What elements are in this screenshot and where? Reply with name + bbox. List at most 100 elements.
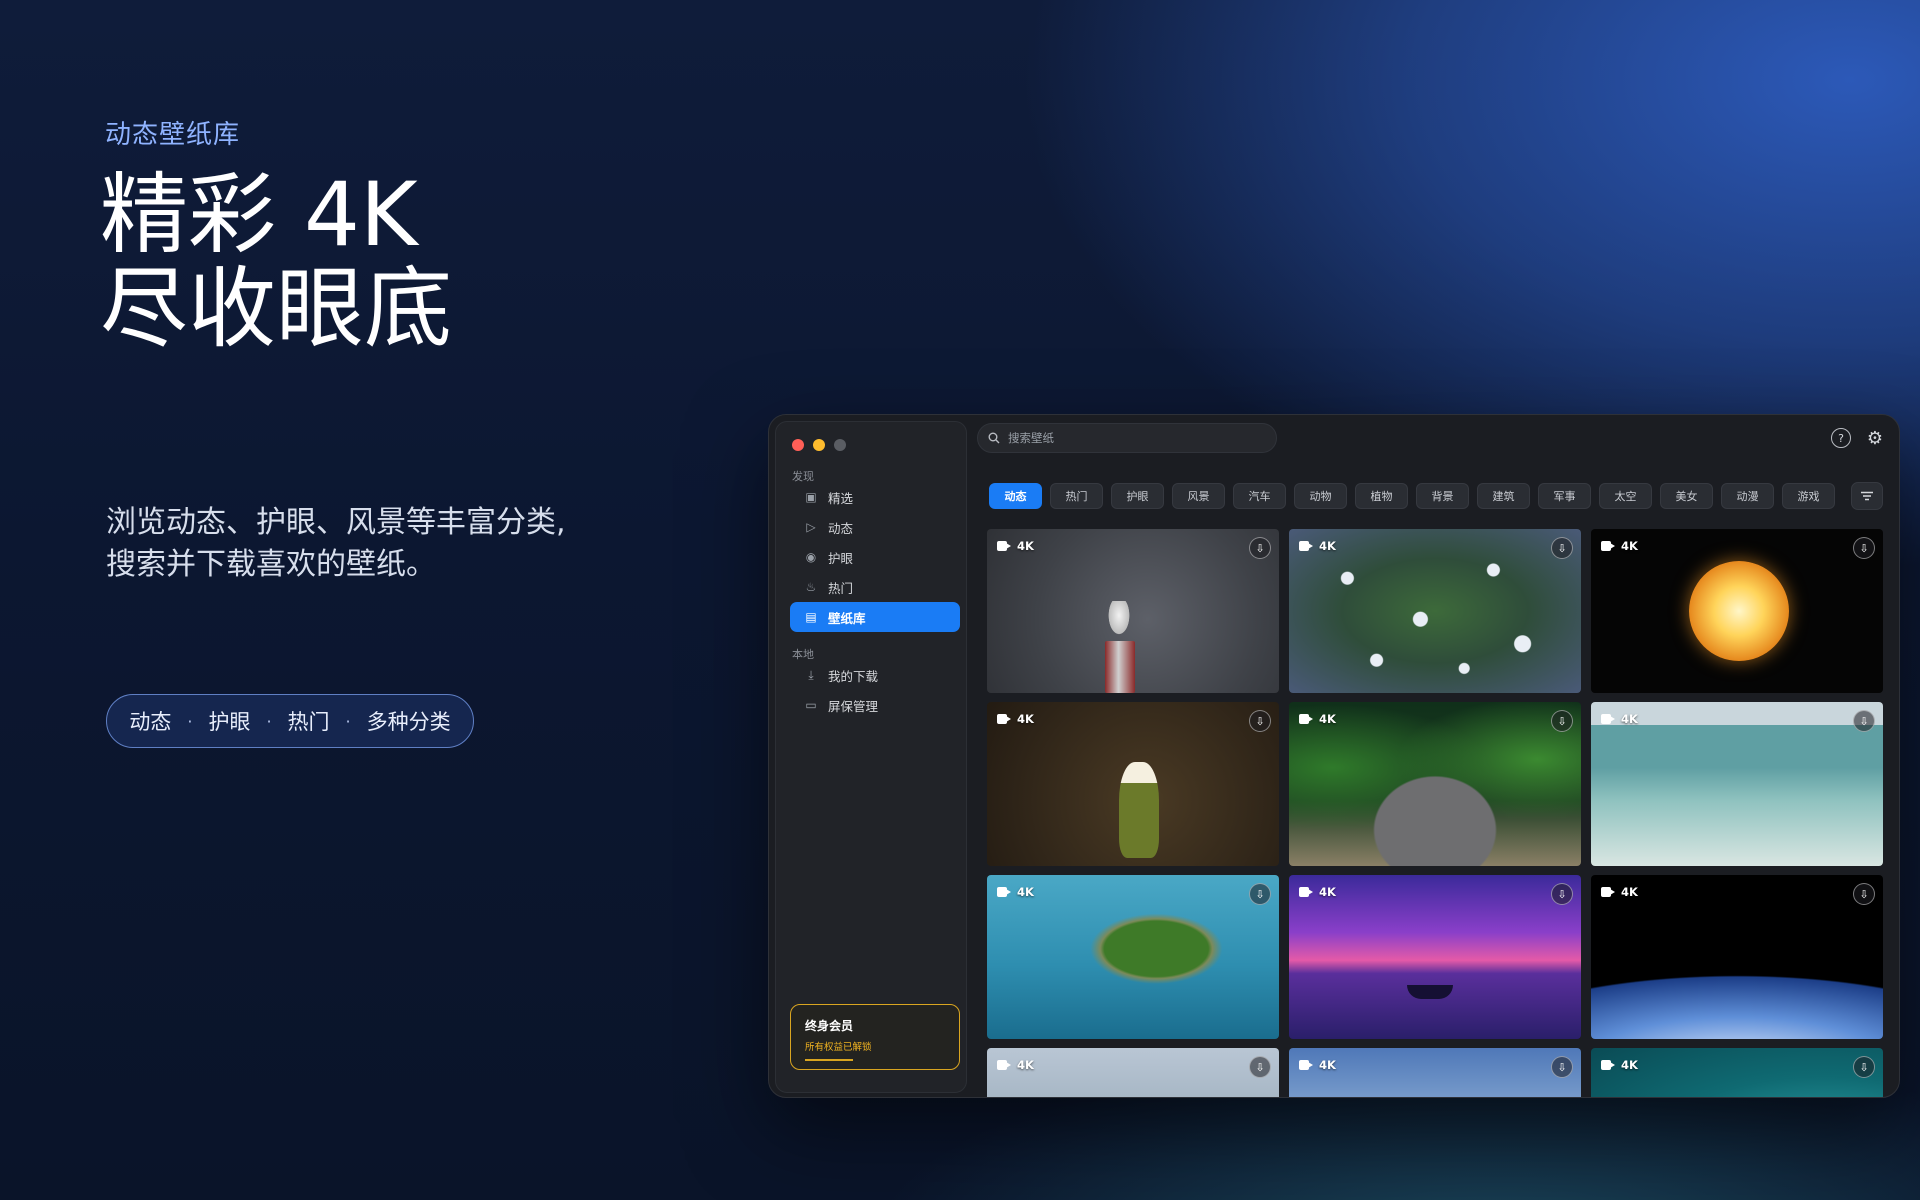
resolution-label: 4K — [1017, 1058, 1034, 1072]
cloud-download-icon[interactable]: ⇩ — [1551, 537, 1573, 559]
search-icon — [988, 432, 1000, 444]
wallpaper-card[interactable]: 4K ⇩ — [1289, 875, 1581, 1039]
video-badge: 4K — [997, 712, 1034, 726]
headline: 精彩 4K 尽收眼底 — [100, 168, 452, 356]
wallpaper-grid: 4K ⇩ 4K ⇩ 4K ⇩ 4K ⇩ 4K ⇩ 4K ⇩ 4K ⇩ 4K ⇩ 4K ⇩ 4K ⇩ 4K ⇩ 4K ⇩ — [987, 529, 1891, 1097]
category-tab[interactable]: 动态 — [989, 483, 1042, 509]
download-icon: ⤓ — [808, 667, 814, 682]
wallpaper-card[interactable]: 4K ⇩ — [1591, 875, 1883, 1039]
resolution-label: 4K — [1017, 712, 1034, 726]
sidebar-item-1[interactable]: ▭ 屏保管理 — [790, 690, 960, 720]
cloud-download-icon[interactable]: ⇩ — [1249, 537, 1271, 559]
pill-separator: · — [187, 711, 193, 731]
wallpaper-card[interactable]: 4K ⇩ — [987, 875, 1279, 1039]
pill-item: 多种分类 — [366, 710, 451, 734]
search-input[interactable] — [1008, 431, 1258, 445]
category-tab[interactable]: 护眼 — [1111, 483, 1164, 509]
pill-item: 热门 — [287, 710, 330, 734]
resolution-label: 4K — [1319, 539, 1336, 553]
video-badge: 4K — [1601, 1058, 1638, 1072]
gear-icon[interactable]: ⚙ — [1865, 428, 1885, 449]
resolution-label: 4K — [1621, 885, 1638, 899]
sidebar-item-label: 屏保管理 — [828, 698, 879, 714]
category-tab[interactable]: 动物 — [1294, 483, 1347, 509]
wallpaper-card[interactable]: 4K ⇩ — [1591, 1048, 1883, 1097]
member-card[interactable]: 终身会员 所有权益已解锁 — [790, 1004, 960, 1070]
video-badge: 4K — [1299, 712, 1336, 726]
headline-line-2: 尽收眼底 — [100, 257, 453, 360]
category-tab[interactable]: 植物 — [1355, 483, 1408, 509]
cloud-download-icon[interactable]: ⇩ — [1853, 883, 1875, 905]
wallpaper-card[interactable]: 4K ⇩ — [987, 529, 1279, 693]
cloud-download-icon[interactable]: ⇩ — [1853, 1056, 1875, 1078]
category-tab[interactable]: 背景 — [1416, 483, 1469, 509]
category-tab[interactable]: 军事 — [1538, 483, 1591, 509]
sidebar-item-3[interactable]: ♨ 热门 — [790, 572, 960, 602]
search-box[interactable] — [977, 423, 1277, 453]
minimize-button[interactable] — [813, 439, 825, 451]
resolution-label: 4K — [1319, 1058, 1336, 1072]
category-tab[interactable]: 太空 — [1599, 483, 1652, 509]
play-icon: ▷ — [806, 520, 816, 534]
category-tab[interactable]: 美女 — [1660, 483, 1713, 509]
top-icons: ? ⚙ — [1831, 428, 1885, 449]
close-button[interactable] — [792, 439, 804, 451]
member-subtitle: 所有权益已解锁 — [805, 1042, 872, 1053]
cloud-download-icon[interactable]: ⇩ — [1551, 710, 1573, 732]
sidebar-item-1[interactable]: ▷ 动态 — [790, 512, 960, 542]
wallpaper-card[interactable]: 4K ⇩ — [987, 1048, 1279, 1097]
member-underline — [805, 1059, 853, 1061]
cloud-download-icon[interactable]: ⇩ — [1853, 710, 1875, 732]
wallpaper-card[interactable]: 4K ⇩ — [1289, 529, 1581, 693]
sidebar-item-0[interactable]: ⤓ 我的下载 — [790, 660, 960, 690]
video-camera-icon — [997, 887, 1011, 897]
wallpaper-card[interactable]: 4K ⇩ — [1591, 529, 1883, 693]
sidebar-item-0[interactable]: ▣ 精选 — [790, 482, 960, 512]
sidebar-item-label: 动态 — [828, 520, 854, 536]
wallpaper-card[interactable]: 4K ⇩ — [1289, 702, 1581, 866]
sidebar-item-2[interactable]: ◉ 护眼 — [790, 542, 960, 572]
window-controls — [792, 439, 846, 451]
video-badge: 4K — [997, 539, 1034, 553]
cloud-download-icon[interactable]: ⇩ — [1249, 883, 1271, 905]
thumbnail-art — [1689, 561, 1789, 661]
gallery-icon: ▤ — [805, 610, 817, 624]
video-camera-icon — [997, 1060, 1011, 1070]
resolution-label: 4K — [1017, 539, 1034, 553]
description-line-1: 浏览动态、护眼、风景等丰富分类, — [106, 505, 566, 540]
resolution-label: 4K — [1621, 1058, 1638, 1072]
video-camera-icon — [1601, 714, 1615, 724]
cloud-download-icon[interactable]: ⇩ — [1551, 1056, 1573, 1078]
description-line-2: 搜索并下载喜欢的壁纸。 — [106, 547, 436, 582]
thumbnail-art — [1119, 762, 1159, 858]
filter-button[interactable] — [1851, 482, 1883, 510]
video-camera-icon — [1601, 1060, 1615, 1070]
sidebar-item-4[interactable]: ▤ 壁纸库 — [790, 602, 960, 632]
sidebar: 发现 ▣ 精选 ▷ 动态 ◉ 护眼 ♨ 热门 ▤ 壁纸库 本地 ⤓ 我的下载 ▭ 屏保管理 终身会员 所… — [775, 421, 967, 1093]
video-badge: 4K — [1601, 539, 1638, 553]
flame-icon: ♨ — [805, 580, 817, 594]
cloud-download-icon[interactable]: ⇩ — [1551, 883, 1573, 905]
category-tab[interactable]: 游戏 — [1782, 483, 1835, 509]
wallpaper-card[interactable]: 4K ⇩ — [1289, 1048, 1581, 1097]
cloud-download-icon[interactable]: ⇩ — [1853, 537, 1875, 559]
resolution-label: 4K — [1319, 885, 1336, 899]
wallpaper-card[interactable]: 4K ⇩ — [987, 702, 1279, 866]
sidebar-item-label: 壁纸库 — [828, 610, 866, 626]
pill-separator: · — [345, 711, 351, 731]
wallpaper-card[interactable]: 4K ⇩ — [1591, 702, 1883, 866]
category-tab[interactable]: 动漫 — [1721, 483, 1774, 509]
help-icon[interactable]: ? — [1831, 428, 1851, 448]
zoom-button[interactable] — [834, 439, 846, 451]
category-tab[interactable]: 风景 — [1172, 483, 1225, 509]
cloud-download-icon[interactable]: ⇩ — [1249, 1056, 1271, 1078]
category-tab[interactable]: 建筑 — [1477, 483, 1530, 509]
pill-item: 动态 — [129, 710, 172, 734]
category-tab[interactable]: 热门 — [1050, 483, 1103, 509]
video-badge: 4K — [1299, 885, 1336, 899]
category-tab[interactable]: 汽车 — [1233, 483, 1286, 509]
resolution-label: 4K — [1017, 885, 1034, 899]
cloud-download-icon[interactable]: ⇩ — [1249, 710, 1271, 732]
video-badge: 4K — [1299, 539, 1336, 553]
resolution-label: 4K — [1319, 712, 1336, 726]
